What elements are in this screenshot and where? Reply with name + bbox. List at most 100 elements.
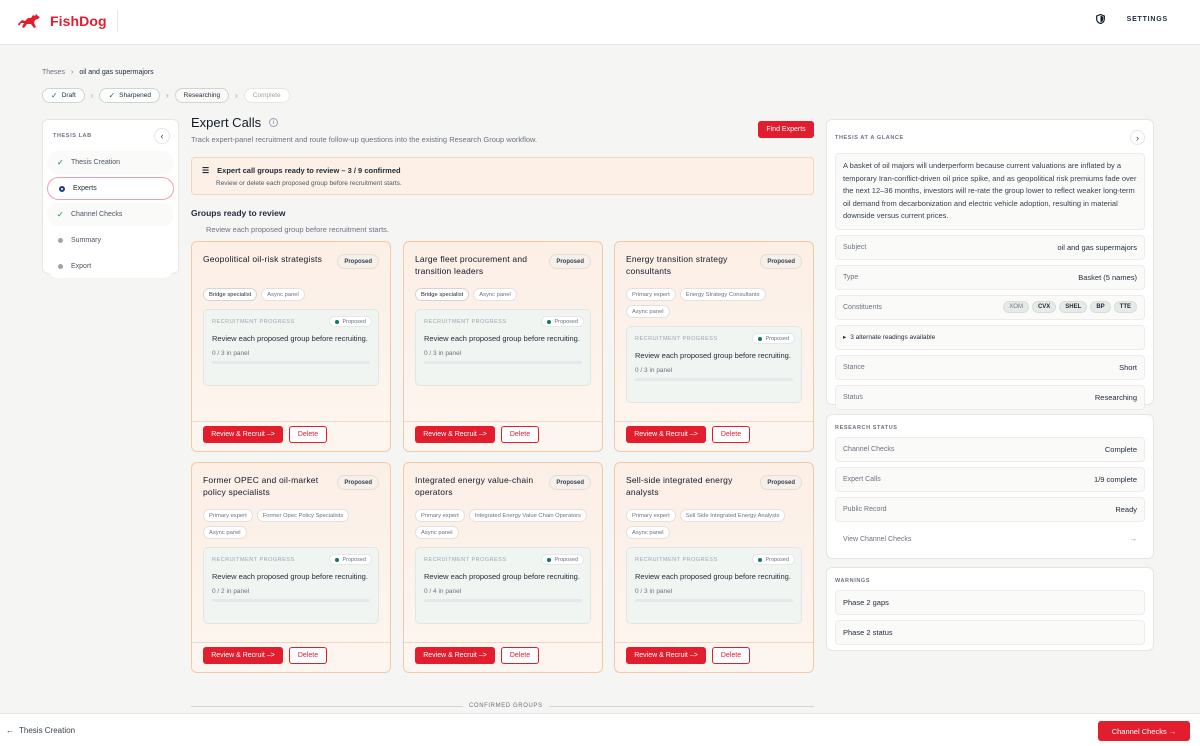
recruitment-progress: RECRUITMENT PROGRESS Proposed Review eac… <box>203 309 379 386</box>
card-divider <box>404 642 602 643</box>
row-label: Subject <box>843 243 867 251</box>
warnings-heading: WARNINGS <box>835 578 871 584</box>
constituent-chip[interactable]: SHEL <box>1059 301 1088 313</box>
progress-text: Review each proposed group before recrui… <box>212 334 368 343</box>
shield-icon[interactable] <box>1095 14 1105 24</box>
step-draft[interactable]: ✓ Draft <box>42 88 85 103</box>
stance-row: Stance Short <box>835 354 1145 380</box>
nav-item-summary[interactable]: Summary <box>47 229 174 252</box>
back-thesis-creation-link[interactable]: ← Thesis Creation <box>6 726 75 735</box>
tag-chip: Async panel <box>626 305 670 318</box>
step-sharpened[interactable]: ✓ Sharpened <box>99 88 160 103</box>
expert-group-card: Former OPEC and oil-market policy specia… <box>191 462 391 673</box>
row-value: Basket (5 names) <box>1078 272 1137 282</box>
bottom-nav-bar: ← Thesis Creation Channel Checks → <box>0 713 1200 746</box>
progress-steps: ✓ Draft › ✓ Sharpened › Researching › Comp… <box>42 88 290 103</box>
card-tags: Primary expert Former Opec Policy Special… <box>203 509 383 539</box>
tag-chip: Primary expert <box>626 288 676 301</box>
card-divider <box>192 421 390 422</box>
panel-count: 0 / 3 in panel <box>635 366 673 374</box>
check-icon: ✓ <box>108 91 116 100</box>
status-badge: Proposed <box>760 475 802 490</box>
info-icon[interactable]: i <box>269 118 279 127</box>
row-value: Researching <box>1094 392 1137 402</box>
review-recruit-button[interactable]: Review & Recruit –> <box>626 426 706 443</box>
logo[interactable]: FishDog <box>16 11 107 31</box>
status-dot-icon <box>547 557 552 562</box>
settings-link[interactable]: SETTINGS <box>1127 16 1168 23</box>
top-bar: FishDog SETTINGS <box>0 0 1200 45</box>
fishdog-logo-icon <box>18 14 40 28</box>
row-label: Public Record <box>843 506 887 513</box>
card-divider <box>192 642 390 643</box>
warning-item[interactable]: Phase 2 status <box>835 620 1145 645</box>
review-recruit-button[interactable]: Review & Recruit –> <box>203 647 283 664</box>
step-label: Complete <box>252 92 281 99</box>
tag-chip: Bridge specialist <box>415 288 470 301</box>
alternate-readings-toggle[interactable]: ▸ 3 alternate readings available <box>835 324 1145 350</box>
status-dot-icon <box>758 557 763 562</box>
nav-item-label: Summary <box>71 237 101 244</box>
tag-chip: Bridge specialist <box>203 288 258 301</box>
progress-status-pill: Proposed <box>752 554 795 565</box>
delete-button[interactable]: Delete <box>712 426 750 443</box>
row-value: Ready <box>1115 505 1137 514</box>
thesis-lab-nav: THESIS LAB ‹ ✓ Thesis Creation Experts ✓… <box>42 119 179 278</box>
progress-text: Review each proposed group before recrui… <box>635 572 791 581</box>
review-recruit-button[interactable]: Review & Recruit –> <box>415 426 495 443</box>
row-label: Status <box>843 393 863 401</box>
dot-icon <box>57 238 63 243</box>
status-badge: Proposed <box>337 475 379 490</box>
status-row-expert-calls: Expert Calls 1/9 complete <box>835 467 1145 492</box>
expand-chevron-right-icon[interactable]: › <box>1130 130 1145 145</box>
constituent-chip[interactable]: TTE <box>1113 301 1137 313</box>
chevron-right-icon: › <box>165 91 169 100</box>
tag-chip: Async panel <box>261 288 305 301</box>
review-recruit-button[interactable]: Review & Recruit –> <box>626 647 706 664</box>
card-title: Large fleet procurement and transition l… <box>415 254 528 276</box>
tag-chip: Async panel <box>415 526 459 539</box>
card-divider <box>615 421 813 422</box>
tag-chip: Async panel <box>203 526 247 539</box>
view-channel-checks-link[interactable]: View Channel Checks → <box>835 527 1145 552</box>
nav-item-label: Channel Checks <box>71 211 123 218</box>
constituent-chip[interactable]: BP <box>1090 301 1111 313</box>
pill-label: Proposed <box>765 335 789 342</box>
delete-button[interactable]: Delete <box>712 647 750 664</box>
row-value: Complete <box>1104 445 1137 454</box>
nav-item-export[interactable]: Export <box>47 255 174 278</box>
card-title: Geopolitical oil-risk strategists <box>203 254 323 264</box>
delete-button[interactable]: Delete <box>289 647 327 664</box>
nav-item-channel-checks[interactable]: ✓ Channel Checks <box>47 203 174 226</box>
step-researching[interactable]: Researching <box>174 88 230 103</box>
card-title: Integrated energy value-chain operators <box>415 475 534 497</box>
breadcrumb-root[interactable]: Theses <box>42 69 65 76</box>
delete-button[interactable]: Delete <box>501 647 539 664</box>
find-experts-button[interactable]: Find Experts <box>758 121 814 138</box>
next-channel-checks-button[interactable]: Channel Checks → <box>1098 721 1190 741</box>
card-tags: Primary expert Energy Strategy Consultant… <box>626 288 806 318</box>
tag-chip: Integrated Energy Value Chain Operators <box>468 509 587 522</box>
nav-item-experts[interactable]: Experts <box>47 177 174 200</box>
progress-text: Review each proposed group before recrui… <box>424 334 580 343</box>
recruitment-progress: RECRUITMENT PROGRESS Proposed Review eac… <box>415 547 591 624</box>
progress-bar <box>635 377 793 381</box>
chevron-right-icon: › <box>235 91 238 100</box>
page-title: Expert Calls i <box>191 115 279 130</box>
constituent-chip[interactable]: XOM <box>1003 301 1029 313</box>
pill-label: Proposed <box>342 556 366 563</box>
status-badge: Proposed <box>549 254 591 269</box>
row-label: Type <box>843 273 859 281</box>
nav-item-thesis-creation[interactable]: ✓ Thesis Creation <box>47 151 174 174</box>
active-dot-icon <box>58 185 65 192</box>
tag-chip: Primary expert <box>415 509 465 522</box>
review-recruit-button[interactable]: Review & Recruit –> <box>415 647 495 664</box>
constituent-chip[interactable]: CVX <box>1031 301 1057 313</box>
delete-button[interactable]: Delete <box>289 426 327 443</box>
review-recruit-button[interactable]: Review & Recruit –> <box>203 426 283 443</box>
warning-item[interactable]: Phase 2 gaps <box>835 590 1145 615</box>
chevron-right-icon: › <box>70 69 74 76</box>
delete-button[interactable]: Delete <box>501 426 539 443</box>
groups-subheading: Review each proposed group before recrui… <box>206 225 390 234</box>
collapse-chevron-left-icon[interactable]: ‹ <box>154 128 170 144</box>
